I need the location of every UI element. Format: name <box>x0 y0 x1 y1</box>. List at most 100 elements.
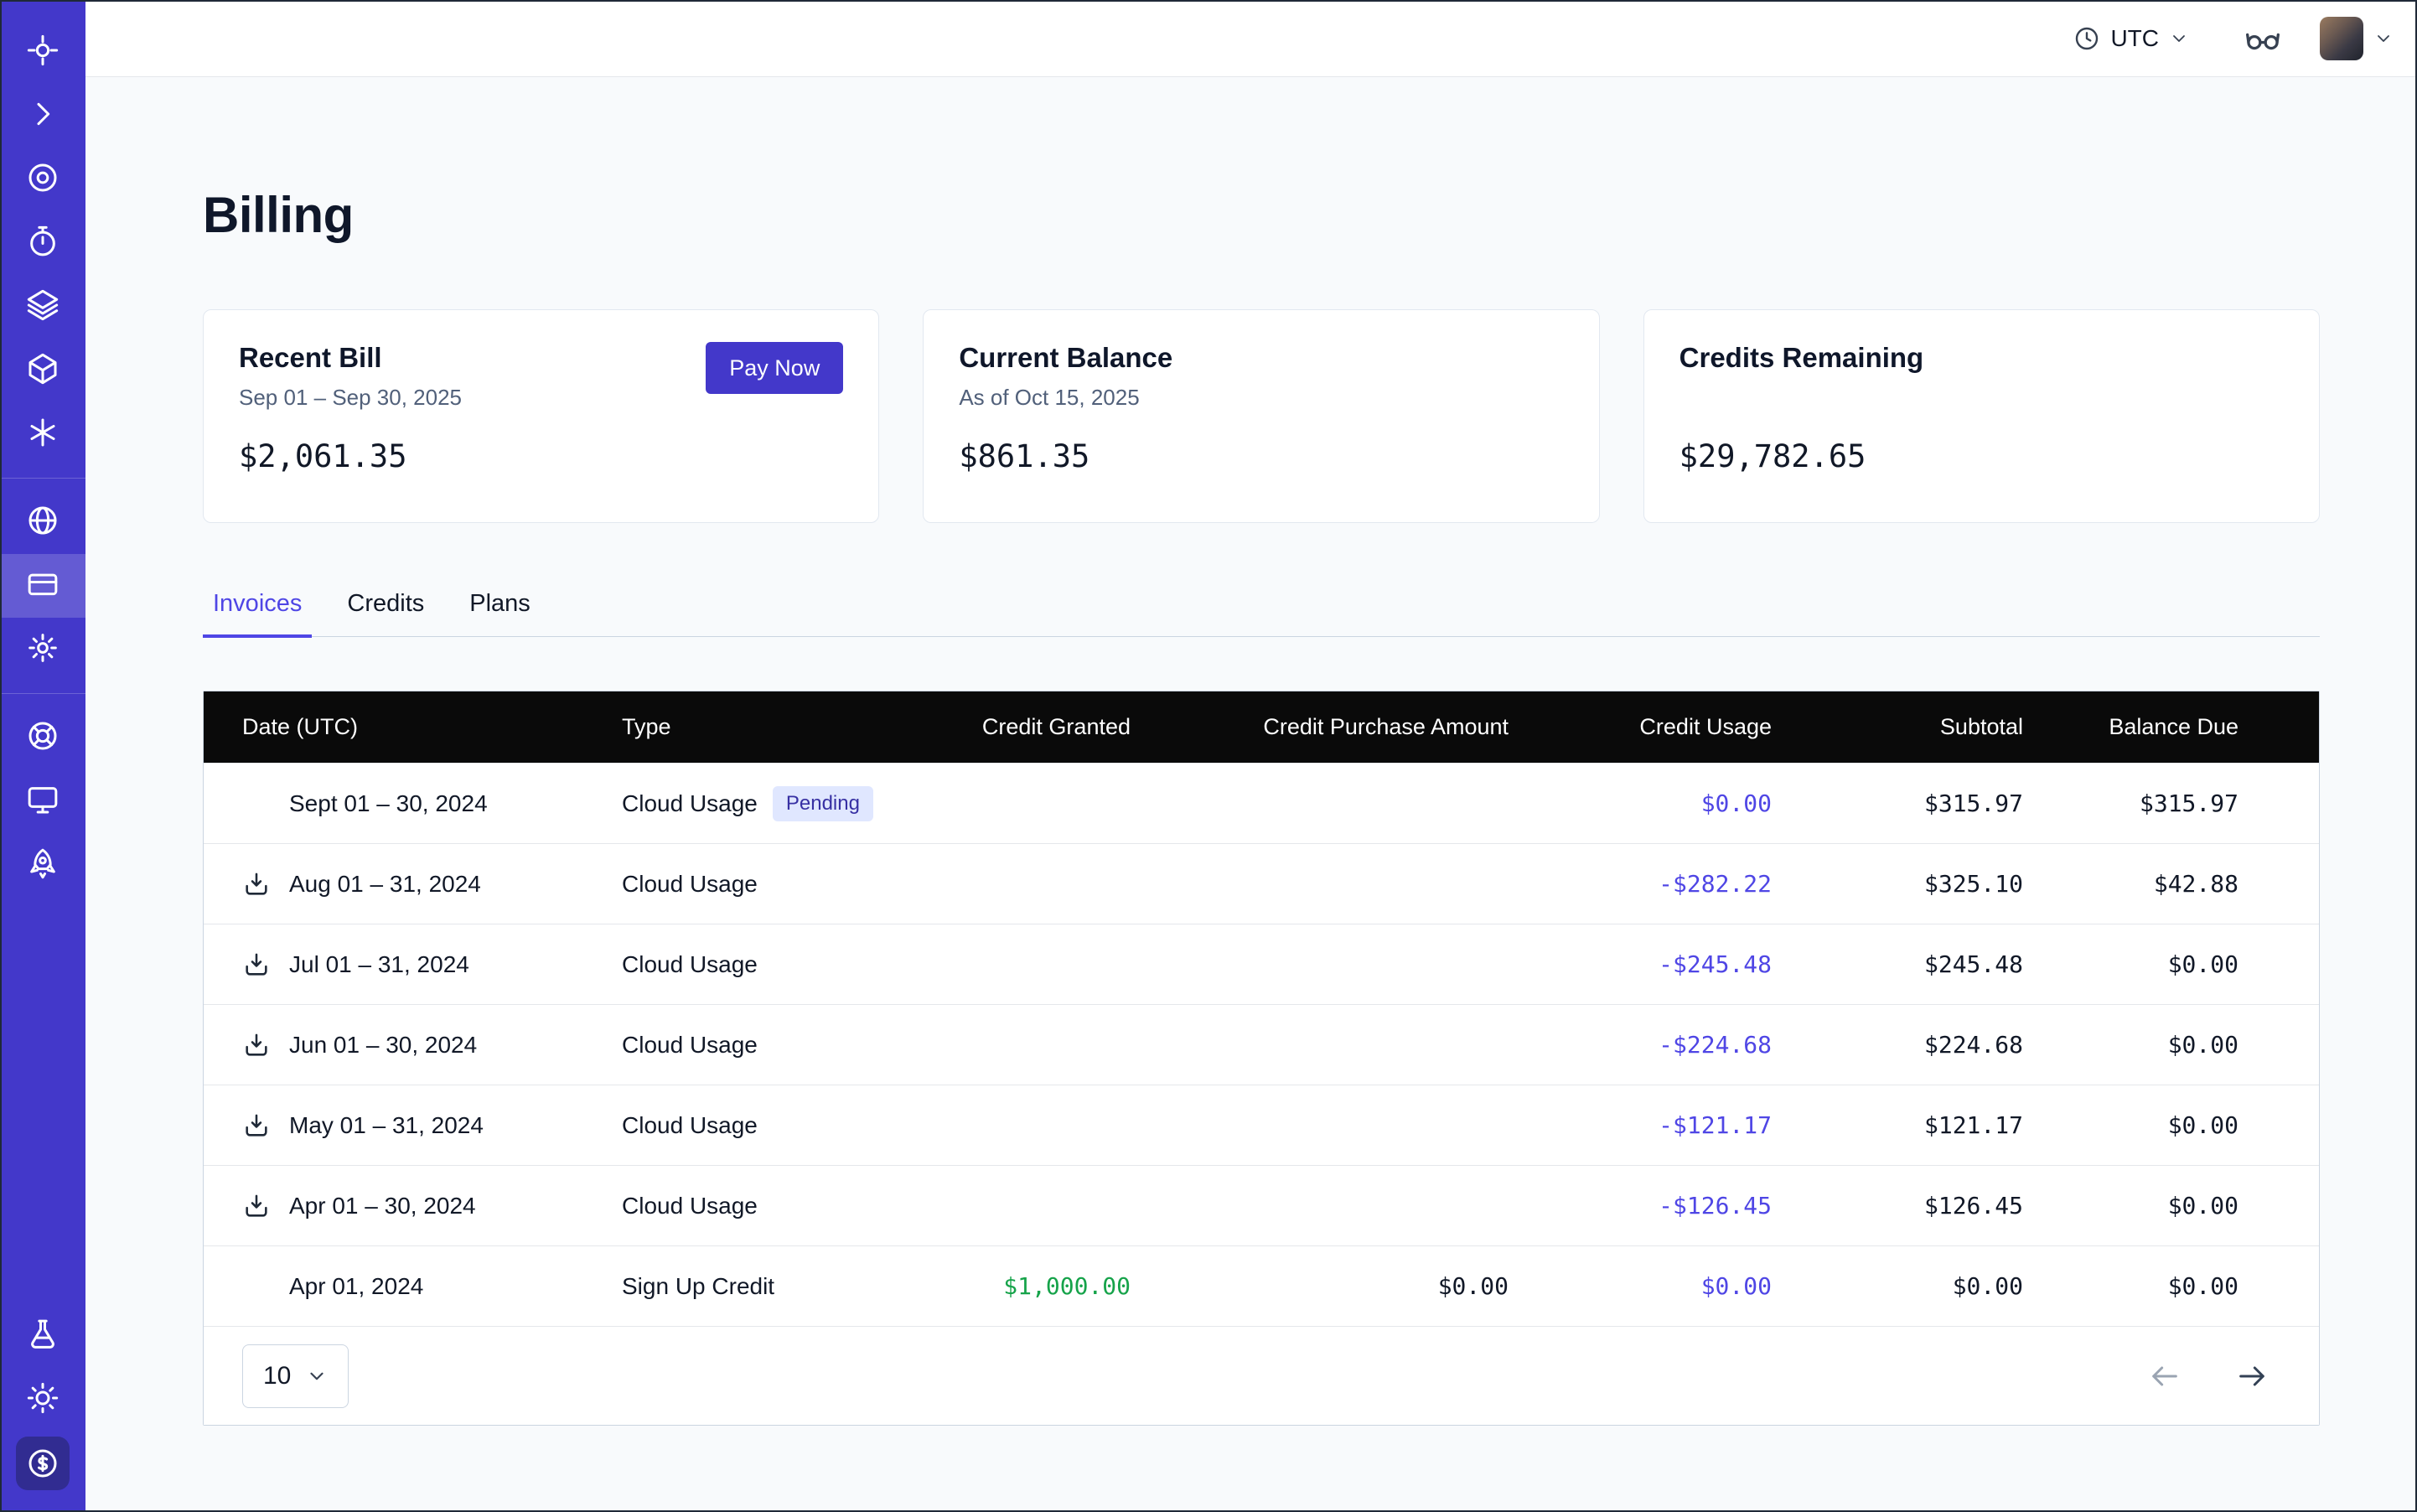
download-invoice-button[interactable] <box>242 1111 271 1140</box>
globe-icon <box>26 504 60 541</box>
balance-due: $0.00 <box>2023 1272 2319 1300</box>
invoice-date: Jul 01 – 31, 2024 <box>289 951 469 978</box>
download-icon <box>242 1111 271 1140</box>
gear-icon <box>26 631 60 669</box>
balance-due: $0.00 <box>2023 1192 2319 1219</box>
card-title: Recent Bill <box>239 342 462 374</box>
tab-credits[interactable]: Credits <box>337 590 434 638</box>
pagination <box>2148 1359 2280 1393</box>
sidebar-item-services[interactable] <box>0 402 85 466</box>
download-invoice-button[interactable] <box>242 1192 271 1220</box>
card-title: Credits Remaining <box>1679 342 1924 374</box>
table-row: May 01 – 31, 2024 Cloud Usage -$121.17 $… <box>204 1085 2319 1165</box>
sidebar-item-targets[interactable] <box>0 148 85 211</box>
sidebar-item-home[interactable] <box>0 20 85 84</box>
credit-purchase-amount: $0.00 <box>1131 1272 1509 1300</box>
invoice-type: Cloud Usage <box>622 790 758 817</box>
credit-card-icon <box>26 567 60 605</box>
chevron-down-icon <box>306 1365 328 1387</box>
chevron-right-icon <box>26 97 60 135</box>
sidebar-item-timers[interactable] <box>0 211 85 275</box>
credit-granted: $1,000.00 <box>940 1272 1131 1300</box>
layers-icon <box>26 288 60 326</box>
sidebar-item-credits[interactable] <box>0 1432 85 1495</box>
invoice-type: Cloud Usage <box>622 951 758 978</box>
download-icon <box>242 950 271 979</box>
credits-remaining-card: Credits Remaining $29,782.65 <box>1643 309 2320 523</box>
timezone-label: UTC <box>2110 25 2159 52</box>
subtotal: $224.68 <box>1772 1031 2023 1059</box>
billing-period: Sep 01 – Sep 30, 2025 <box>239 385 462 412</box>
arrow-left-icon <box>2148 1359 2182 1393</box>
credit-usage: $0.00 <box>1509 1272 1772 1300</box>
sidebar <box>0 0 85 1512</box>
next-page-button[interactable] <box>2235 1359 2269 1393</box>
clock-icon <box>2073 25 2100 52</box>
download-invoice-button[interactable] <box>242 1031 271 1059</box>
dollar-circle-icon <box>16 1437 70 1490</box>
pay-now-button[interactable]: Pay Now <box>706 342 843 394</box>
status-badge: Pending <box>773 786 873 821</box>
timezone-selector[interactable]: UTC <box>2073 25 2189 52</box>
tab-plans[interactable]: Plans <box>459 590 541 638</box>
current-balance-card: Current Balance As of Oct 15, 2025 $861.… <box>923 309 1599 523</box>
life-ring-icon <box>26 719 60 757</box>
balance-due: $315.97 <box>2023 790 2319 817</box>
sidebar-item-support[interactable] <box>0 706 85 769</box>
column-header: Balance Due <box>2023 714 2319 740</box>
column-header: Credit Purchase Amount <box>1131 714 1509 740</box>
column-header: Credit Usage <box>1509 714 1772 740</box>
account-menu[interactable] <box>2320 17 2394 60</box>
subtotal: $0.00 <box>1772 1272 2023 1300</box>
docs-button[interactable] <box>2244 20 2281 57</box>
target-icon <box>26 161 60 199</box>
sidebar-item-theme[interactable] <box>0 1368 85 1432</box>
current-balance-amount: $861.35 <box>959 438 1563 474</box>
sidebar-divider <box>0 693 85 694</box>
download-icon <box>242 1192 271 1220</box>
card-title: Current Balance <box>959 342 1172 374</box>
sidebar-divider <box>0 478 85 479</box>
subtotal: $121.17 <box>1772 1111 2023 1139</box>
sidebar-item-launch[interactable] <box>0 833 85 897</box>
invoice-type: Cloud Usage <box>622 1193 758 1219</box>
table-row: Apr 01, 2024 Sign Up Credit $1,000.00 $0… <box>204 1245 2319 1326</box>
sidebar-item-settings[interactable] <box>0 618 85 681</box>
subtotal: $245.48 <box>1772 950 2023 978</box>
table-row: Apr 01 – 30, 2024 Cloud Usage -$126.45 $… <box>204 1165 2319 1245</box>
sidebar-item-billing[interactable] <box>0 554 85 618</box>
sidebar-item-expand[interactable] <box>0 84 85 148</box>
invoices-table: Date (UTC) Type Credit Granted Credit Pu… <box>203 691 2320 1426</box>
credit-usage: -$126.45 <box>1509 1192 1772 1219</box>
tab-invoices[interactable]: Invoices <box>203 590 312 638</box>
download-invoice-button[interactable] <box>242 870 271 898</box>
sidebar-item-resources[interactable] <box>0 339 85 402</box>
asterisk-icon <box>26 416 60 453</box>
flask-icon <box>26 1318 60 1355</box>
credit-usage: -$245.48 <box>1509 950 1772 978</box>
download-invoice-button[interactable] <box>242 950 271 979</box>
table-row: Sept 01 – 30, 2024 Cloud UsagePending $0… <box>204 763 2319 843</box>
page-size-select[interactable]: 10 <box>242 1344 349 1408</box>
sidebar-item-console[interactable] <box>0 769 85 833</box>
invoice-type: Sign Up Credit <box>622 1273 774 1300</box>
sidebar-item-network[interactable] <box>0 490 85 554</box>
table-header: Date (UTC) Type Credit Granted Credit Pu… <box>204 691 2319 763</box>
credit-usage: -$282.22 <box>1509 870 1772 898</box>
balance-due: $0.00 <box>2023 1031 2319 1059</box>
page-size-value: 10 <box>263 1362 291 1390</box>
column-header: Date (UTC) <box>204 714 622 740</box>
invoice-date: May 01 – 31, 2024 <box>289 1112 484 1139</box>
topbar: UTC <box>85 0 2417 77</box>
invoice-type: Cloud Usage <box>622 1032 758 1059</box>
timer-icon <box>26 225 60 262</box>
previous-page-button[interactable] <box>2148 1359 2182 1393</box>
sidebar-item-layers[interactable] <box>0 275 85 339</box>
page-title: Billing <box>203 77 2320 244</box>
subtotal: $126.45 <box>1772 1192 2023 1219</box>
subtotal: $315.97 <box>1772 790 2023 817</box>
sidebar-item-labs[interactable] <box>0 1304 85 1368</box>
invoice-date: Sept 01 – 30, 2024 <box>289 790 488 817</box>
credit-usage: -$121.17 <box>1509 1111 1772 1139</box>
recent-bill-amount: $2,061.35 <box>239 438 843 474</box>
